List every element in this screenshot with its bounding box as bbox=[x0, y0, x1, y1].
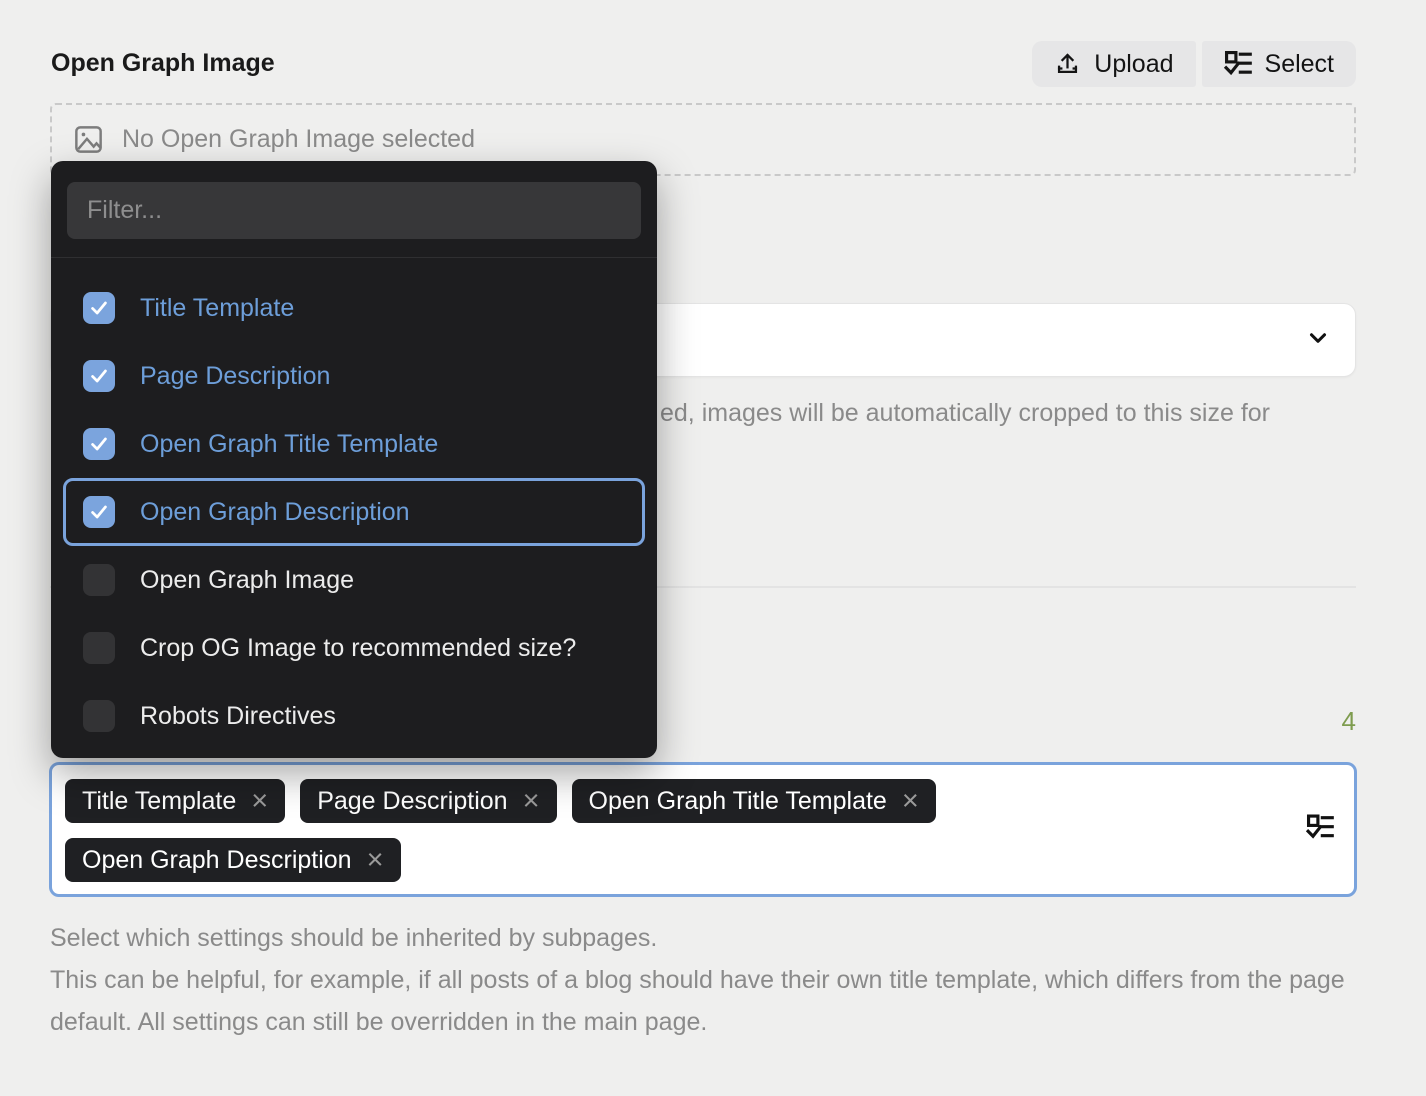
chevron-down-icon bbox=[1305, 325, 1331, 356]
help-line-1: Select which settings should be inherite… bbox=[50, 917, 1362, 959]
option-label: Open Graph Description bbox=[140, 498, 410, 527]
image-actions: Upload Select bbox=[1032, 41, 1356, 87]
tag-label: Open Graph Title Template bbox=[589, 787, 887, 816]
checkbox-checked-icon[interactable] bbox=[83, 360, 115, 392]
option-crop-og-image[interactable]: Crop OG Image to recommended size? bbox=[63, 614, 645, 682]
remove-tag-icon[interactable]: × bbox=[523, 787, 540, 816]
select-label: Select bbox=[1265, 50, 1334, 79]
help-line-2: This can be helpful, for example, if all… bbox=[50, 959, 1362, 1043]
option-label: Open Graph Image bbox=[140, 566, 354, 595]
option-label: Page Description bbox=[140, 362, 330, 391]
option-label: Open Graph Title Template bbox=[140, 430, 438, 459]
inherit-help-text: Select which settings should be inherite… bbox=[50, 917, 1362, 1043]
inherit-settings-field[interactable]: Title Template × Page Description × Open… bbox=[49, 762, 1357, 897]
option-og-description[interactable]: Open Graph Description bbox=[63, 478, 645, 546]
tag-label: Title Template bbox=[82, 787, 236, 816]
option-robots-directives[interactable]: Robots Directives bbox=[63, 682, 645, 750]
checkbox-unchecked-icon[interactable] bbox=[83, 632, 115, 664]
option-og-title-template[interactable]: Open Graph Title Template bbox=[63, 410, 645, 478]
remove-tag-icon[interactable]: × bbox=[251, 787, 268, 816]
upload-button[interactable]: Upload bbox=[1032, 41, 1195, 87]
option-label: Robots Directives bbox=[140, 702, 336, 731]
filter-section bbox=[51, 161, 657, 258]
checkbox-unchecked-icon[interactable] bbox=[83, 700, 115, 732]
upload-label: Upload bbox=[1094, 50, 1173, 79]
page-title: Open Graph Image bbox=[51, 49, 275, 78]
remove-tag-icon[interactable]: × bbox=[902, 787, 919, 816]
checkbox-unchecked-icon[interactable] bbox=[83, 564, 115, 596]
option-label: Crop OG Image to recommended size? bbox=[140, 634, 576, 663]
checkbox-checked-icon[interactable] bbox=[83, 428, 115, 460]
inherited-count: 4 bbox=[1342, 706, 1356, 737]
tag-chip: Page Description × bbox=[300, 779, 556, 823]
tag-label: Page Description bbox=[317, 787, 507, 816]
placeholder-label: No Open Graph Image selected bbox=[122, 125, 475, 154]
select-button[interactable]: Select bbox=[1202, 41, 1356, 87]
tag-chip: Open Graph Title Template × bbox=[572, 779, 936, 823]
tag-chip: Title Template × bbox=[65, 779, 285, 823]
remove-tag-icon[interactable]: × bbox=[367, 846, 384, 875]
option-label: Title Template bbox=[140, 294, 294, 323]
checkbox-checked-icon[interactable] bbox=[83, 292, 115, 324]
tag-label: Open Graph Description bbox=[82, 846, 352, 875]
inherit-settings-dropdown: Title Template Page Description Open Gra… bbox=[51, 161, 657, 758]
checklist-icon[interactable] bbox=[1306, 813, 1334, 846]
options-list: Title Template Page Description Open Gra… bbox=[51, 258, 657, 758]
option-page-description[interactable]: Page Description bbox=[63, 342, 645, 410]
option-title-template[interactable]: Title Template bbox=[63, 274, 645, 342]
crop-hint-text: ed, images will be automatically cropped… bbox=[660, 399, 1270, 428]
option-og-image[interactable]: Open Graph Image bbox=[63, 546, 645, 614]
tag-chip: Open Graph Description × bbox=[65, 838, 401, 882]
checklist-icon bbox=[1224, 50, 1252, 78]
filter-input[interactable] bbox=[67, 182, 641, 239]
seo-settings-panel: Open Graph Image Upload Select bbox=[0, 0, 1426, 1096]
checkbox-checked-icon[interactable] bbox=[83, 496, 115, 528]
upload-icon bbox=[1054, 51, 1081, 78]
image-icon bbox=[73, 124, 104, 155]
